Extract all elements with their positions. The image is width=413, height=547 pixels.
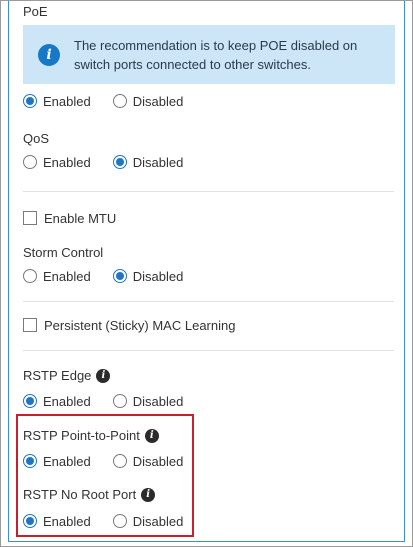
qos-enabled-radio[interactable] xyxy=(23,155,37,169)
poe-enabled-label: Enabled xyxy=(43,93,91,109)
mac-learning-label: Persistent (Sticky) MAC Learning xyxy=(44,317,236,333)
qos-enabled-option[interactable]: Enabled xyxy=(23,155,91,170)
rstp-p2p-label-row: RSTP Point-to-Point i xyxy=(23,428,159,443)
poe-enabled-option[interactable]: Enabled xyxy=(23,94,91,109)
rstp-no-root-enabled-label: Enabled xyxy=(43,513,91,529)
qos-radio-group: Enabled Disabled xyxy=(23,154,183,170)
rstp-edge-disabled-radio[interactable] xyxy=(112,394,127,408)
qos-disabled-option[interactable]: Disabled xyxy=(112,154,184,170)
rstp-no-root-disabled-option[interactable]: Disabled xyxy=(112,513,184,529)
rstp-p2p-disabled-option[interactable]: Disabled xyxy=(112,453,184,469)
storm-control-enabled-radio[interactable] xyxy=(23,269,37,283)
storm-control-disabled-label: Disabled xyxy=(132,268,184,284)
qos-disabled-radio[interactable] xyxy=(112,155,127,169)
rstp-edge-enabled-radio[interactable] xyxy=(23,394,37,408)
info-circle-icon: i xyxy=(38,43,60,66)
rstp-p2p-radio-group: Enabled Disabled xyxy=(23,453,183,469)
rstp-edge-disabled-option[interactable]: Disabled xyxy=(112,393,184,409)
rstp-p2p-disabled-label: Disabled xyxy=(132,453,184,469)
divider xyxy=(23,301,394,302)
rstp-p2p-disabled-radio[interactable] xyxy=(112,454,127,468)
settings-window: PoE i The recommendation is to keep POE … xyxy=(0,0,413,547)
mac-learning-option[interactable]: Persistent (Sticky) MAC Learning xyxy=(23,317,235,333)
enable-mtu-option[interactable]: Enable MTU xyxy=(23,210,116,226)
rstp-p2p-enabled-label: Enabled xyxy=(43,453,91,469)
qos-enabled-label: Enabled xyxy=(43,154,91,170)
rstp-no-root-disabled-label: Disabled xyxy=(132,513,184,529)
rstp-edge-enabled-option[interactable]: Enabled xyxy=(23,394,91,409)
divider xyxy=(23,191,394,192)
rstp-p2p-enabled-radio[interactable] xyxy=(23,454,37,468)
poe-disabled-label: Disabled xyxy=(132,93,184,109)
rstp-edge-disabled-label: Disabled xyxy=(132,393,184,409)
divider xyxy=(23,350,394,351)
poe-enabled-radio[interactable] xyxy=(23,94,37,108)
enable-mtu-checkbox[interactable] xyxy=(23,211,37,225)
info-icon[interactable]: i xyxy=(144,428,159,443)
qos-disabled-label: Disabled xyxy=(132,154,184,170)
poe-disabled-option[interactable]: Disabled xyxy=(112,93,184,109)
storm-control-enabled-label: Enabled xyxy=(43,268,91,284)
info-icon[interactable]: i xyxy=(141,487,156,502)
rstp-no-root-enabled-radio[interactable] xyxy=(23,514,37,528)
storm-control-enabled-option[interactable]: Enabled xyxy=(23,269,91,284)
poe-label: PoE xyxy=(23,4,48,19)
rstp-no-root-label-row: RSTP No Root Port i xyxy=(23,487,156,502)
qos-label: QoS xyxy=(23,131,50,146)
rstp-edge-label-row: RSTP Edge i xyxy=(23,368,111,383)
rstp-edge-enabled-label: Enabled xyxy=(43,393,91,409)
poe-radio-group: Enabled Disabled xyxy=(23,93,183,109)
rstp-no-root-disabled-radio[interactable] xyxy=(112,514,127,528)
poe-info-text: The recommendation is to keep POE disabl… xyxy=(74,37,358,72)
storm-control-label: Storm Control xyxy=(23,245,104,260)
storm-control-disabled-option[interactable]: Disabled xyxy=(112,268,184,284)
storm-control-radio-group: Enabled Disabled xyxy=(23,268,183,284)
poe-info-banner: i The recommendation is to keep POE disa… xyxy=(23,25,395,84)
rstp-p2p-enabled-option[interactable]: Enabled xyxy=(23,454,91,469)
rstp-no-root-enabled-option[interactable]: Enabled xyxy=(23,514,91,529)
storm-control-disabled-radio[interactable] xyxy=(112,269,127,283)
mac-learning-checkbox[interactable] xyxy=(23,318,37,332)
info-icon[interactable]: i xyxy=(96,368,111,383)
poe-disabled-radio[interactable] xyxy=(112,94,127,108)
rstp-no-root-label: RSTP No Root Port xyxy=(23,487,137,502)
rstp-p2p-label: RSTP Point-to-Point xyxy=(23,428,140,443)
rstp-edge-radio-group: Enabled Disabled xyxy=(23,393,183,409)
enable-mtu-label: Enable MTU xyxy=(44,210,117,226)
rstp-edge-label: RSTP Edge xyxy=(23,368,92,383)
rstp-no-root-radio-group: Enabled Disabled xyxy=(23,513,183,529)
